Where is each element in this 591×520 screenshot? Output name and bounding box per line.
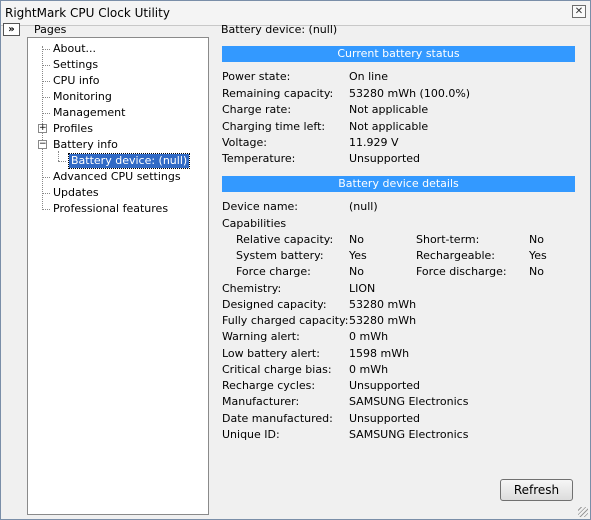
capability-label: Relative capacity:: [236, 233, 334, 246]
capability-value: No: [349, 233, 364, 246]
pages-tree: About... Settings CPU info Monitoring Ma…: [27, 37, 209, 515]
tree-item-battery-device[interactable]: Battery device: (null): [67, 153, 191, 169]
status-label: Voltage:: [222, 136, 267, 149]
detail-value: LION: [349, 282, 376, 295]
tree-item-updates[interactable]: Updates: [53, 186, 99, 200]
capability-label: Short-term:: [416, 233, 480, 246]
detail-value: 53280 mWh: [349, 314, 417, 327]
status-value: On line: [349, 70, 388, 83]
close-icon[interactable]: ✕: [572, 5, 586, 18]
tree-line: [42, 81, 50, 82]
tree-line: [42, 113, 50, 114]
collapse-minus-icon[interactable]: −: [38, 140, 47, 149]
detail-label: Recharge cycles:: [222, 379, 316, 392]
tree-line: [58, 151, 59, 161]
tree-line: [42, 177, 50, 178]
status-value: 11.929 V: [349, 136, 399, 149]
status-label: Charge rate:: [222, 103, 292, 116]
detail-value: Unsupported: [349, 379, 421, 392]
tree-line: [42, 49, 50, 50]
capability-label: Rechargeable:: [416, 249, 496, 262]
detail-value: (null): [349, 200, 378, 213]
sidebar-title: Pages: [34, 23, 67, 36]
tree-item-profiles[interactable]: Profiles: [53, 122, 93, 136]
page-title: Battery device: (null): [221, 23, 338, 36]
detail-value: 53280 mWh: [349, 298, 417, 311]
detail-value: 0 mWh: [349, 363, 389, 376]
status-value: Not applicable: [349, 103, 429, 116]
detail-label: Fully charged capacity:: [222, 314, 349, 327]
detail-label: Critical charge bias:: [222, 363, 332, 376]
refresh-button[interactable]: Refresh: [500, 479, 573, 501]
tree-line: [42, 193, 50, 194]
status-label: Charging time left:: [222, 120, 326, 133]
capability-value: Yes: [529, 249, 547, 262]
detail-label: Date manufactured:: [222, 412, 333, 425]
tree-line: [42, 65, 50, 66]
detail-label: Device name:: [222, 200, 299, 213]
capability-value: No: [529, 265, 544, 278]
capability-label: System battery:: [236, 249, 324, 262]
tree-item-settings[interactable]: Settings: [53, 58, 98, 72]
tree-line: [42, 209, 50, 210]
status-value: Not applicable: [349, 120, 429, 133]
window-title: RightMark CPU Clock Utility: [5, 6, 170, 20]
detail-label: Chemistry:: [222, 282, 282, 295]
detail-value: SAMSUNG Electronics: [349, 395, 469, 408]
detail-value: Unsupported: [349, 412, 421, 425]
detail-value: 1598 mWh: [349, 347, 410, 360]
tree-item-advanced-cpu-settings[interactable]: Advanced CPU settings: [53, 170, 181, 184]
status-label: Remaining capacity:: [222, 87, 334, 100]
detail-value: 0 mWh: [349, 330, 389, 343]
capability-value: Yes: [349, 249, 367, 262]
tree-line: [58, 161, 66, 162]
capability-label: Force charge:: [236, 265, 311, 278]
tree-item-battery-info[interactable]: Battery info: [53, 138, 118, 152]
tree-item-professional-features[interactable]: Professional features: [53, 202, 168, 216]
capabilities-title: Capabilities: [222, 217, 287, 230]
detail-label: Unique ID:: [222, 428, 280, 441]
detail-label: Designed capacity:: [222, 298, 327, 311]
detail-label: Manufacturer:: [222, 395, 300, 408]
capability-value: No: [529, 233, 544, 246]
capability-label: Force discharge:: [416, 265, 507, 278]
tree-item-about[interactable]: About...: [53, 42, 96, 56]
tree-item-cpu-info[interactable]: CPU info: [53, 74, 100, 88]
app-window: RightMark CPU Clock Utility ✕ » Pages Ab…: [0, 0, 591, 520]
status-label: Power state:: [222, 70, 291, 83]
status-header: Current battery status: [222, 46, 575, 62]
detail-label: Low battery alert:: [222, 347, 320, 360]
tree-item-management[interactable]: Management: [53, 106, 125, 120]
resize-grip-icon[interactable]: [578, 507, 588, 517]
expand-plus-icon[interactable]: +: [38, 124, 47, 133]
tree-line: [42, 97, 50, 98]
tree-item-monitoring[interactable]: Monitoring: [53, 90, 112, 104]
detail-label: Warning alert:: [222, 330, 300, 343]
status-label: Temperature:: [222, 152, 296, 165]
collapse-sidebar-icon[interactable]: »: [3, 23, 20, 36]
status-value: 53280 mWh (100.0%): [349, 87, 471, 100]
capability-value: No: [349, 265, 364, 278]
details-header: Battery device details: [222, 176, 575, 192]
status-value: Unsupported: [349, 152, 421, 165]
detail-value: SAMSUNG Electronics: [349, 428, 469, 441]
